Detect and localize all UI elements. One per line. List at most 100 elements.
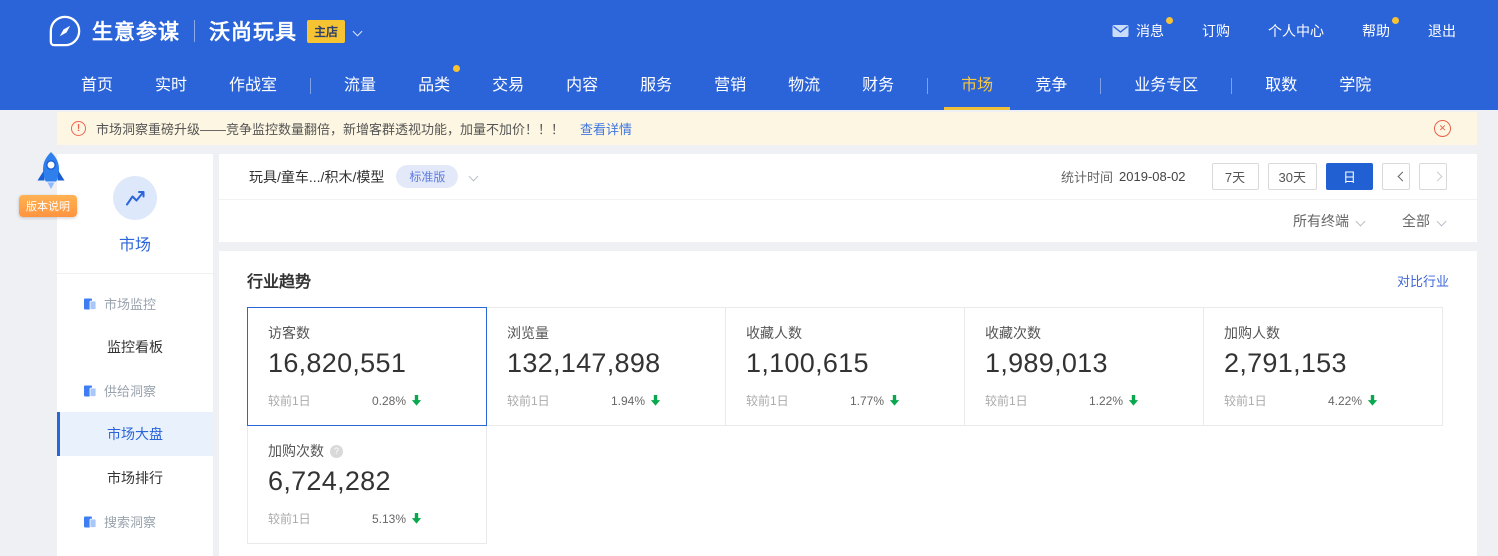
- sidebar-item-search-ranking[interactable]: 搜索排行: [57, 543, 213, 556]
- compare-label: 较前1日: [1224, 394, 1267, 408]
- notification-dot: [1392, 17, 1399, 24]
- top-menu-personal-center[interactable]: 个人中心: [1268, 21, 1324, 41]
- metric-cards: 访客数 16,820,551 较前1日 0.28% 浏览量 132,147,89…: [247, 307, 1449, 544]
- top-menu-help[interactable]: 帮助: [1362, 17, 1399, 41]
- category-chevron-down-icon[interactable]: [468, 171, 479, 182]
- metric-change: 5.13%: [372, 512, 422, 526]
- compare-label: 较前1日: [985, 394, 1028, 408]
- sidebar-group-market-monitor[interactable]: 市场监控: [57, 282, 213, 325]
- nav-category[interactable]: 品类: [418, 65, 461, 110]
- app-name: 生意参谋: [92, 21, 180, 44]
- nav-logistics[interactable]: 物流: [788, 71, 820, 110]
- change-percent: 4.22%: [1327, 393, 1362, 408]
- compare-label: 较前1日: [746, 394, 789, 408]
- nav-service[interactable]: 服务: [640, 71, 672, 110]
- info-icon[interactable]: ?: [330, 444, 343, 458]
- compare-label: 较前1日: [507, 394, 550, 408]
- terminal-filter-label: 所有终端: [1293, 213, 1349, 229]
- sidebar-group-search-insight[interactable]: 搜索洞察: [57, 500, 213, 543]
- nav-marketing[interactable]: 营销: [714, 71, 746, 110]
- metric-card-cart-users[interactable]: 加购人数 2,791,153 较前1日 4.22%: [1203, 307, 1443, 426]
- version-note-badge[interactable]: 版本说明: [19, 195, 77, 217]
- metric-card-pageviews[interactable]: 浏览量 132,147,898 较前1日 1.94%: [486, 307, 726, 426]
- metric-card-visitors[interactable]: 访客数 16,820,551 较前1日 0.28%: [247, 307, 487, 426]
- metric-change: 1.94%: [611, 394, 661, 408]
- notice-bar: ! 市场洞察重磅升级——竞争监控数量翻倍，新增客群透视功能，加量不加价！！！ 查…: [57, 112, 1477, 145]
- compare-label: 较前1日: [268, 512, 311, 526]
- arrow-down-icon: [889, 394, 900, 407]
- arrow-down-icon: [411, 394, 422, 407]
- nav-business-zone[interactable]: 业务专区: [1134, 71, 1198, 110]
- metric-card-favorite-users[interactable]: 收藏人数 1,100,615 较前1日 1.77%: [725, 307, 965, 426]
- notice-detail-link[interactable]: 查看详情: [580, 119, 632, 138]
- nav-competition[interactable]: 竞争: [1035, 71, 1067, 110]
- nav-realtime[interactable]: 实时: [155, 71, 187, 110]
- sidebar-group-supply-insight[interactable]: 供给洞察: [57, 369, 213, 412]
- nav-academy[interactable]: 学院: [1339, 71, 1371, 110]
- trend-header: 行业趋势 对比行业: [247, 268, 1449, 292]
- nav-traffic[interactable]: 流量: [344, 71, 376, 110]
- sidebar-item-market-overview[interactable]: 市场大盘: [57, 412, 213, 456]
- metric-card-cart-count[interactable]: 加购次数 ? 6,724,282 较前1日 5.13%: [247, 425, 487, 544]
- top-menu-logout[interactable]: 退出: [1428, 21, 1456, 41]
- nav-market[interactable]: 市场: [961, 71, 993, 110]
- top-menu-messages-label: 消息: [1136, 23, 1164, 39]
- change-percent: 0.28%: [371, 393, 406, 408]
- metric-foot: 较前1日 1.22%: [985, 392, 1183, 409]
- compare-label: 较前1日: [268, 394, 311, 408]
- nav-finance[interactable]: 财务: [862, 71, 894, 110]
- change-percent: 1.22%: [1088, 393, 1123, 408]
- prev-date-button[interactable]: [1382, 163, 1410, 190]
- close-icon[interactable]: ✕: [1434, 120, 1451, 137]
- change-percent: 1.94%: [610, 393, 645, 408]
- report-icon: [83, 297, 97, 311]
- nav-data-extract[interactable]: 取数: [1265, 71, 1297, 110]
- brand-divider: [194, 20, 195, 42]
- metric-foot: 较前1日 1.94%: [507, 392, 705, 409]
- range-7d-button[interactable]: 7天: [1211, 163, 1259, 190]
- sidebar-module-label: 市场: [118, 237, 151, 254]
- compare-industry-link[interactable]: 对比行业: [1397, 271, 1449, 290]
- metric-value: 132,147,898: [507, 348, 661, 378]
- metric-foot: 较前1日 5.13%: [268, 510, 466, 527]
- sidebar-module-header: 市场: [57, 154, 213, 274]
- next-date-button[interactable]: [1419, 163, 1447, 190]
- change-percent: 5.13%: [371, 511, 406, 526]
- sidebar-item-monitor-board[interactable]: 监控看板: [57, 325, 213, 369]
- nav-war-room[interactable]: 作战室: [229, 71, 277, 110]
- stat-time: 统计时间 2019-08-02: [1061, 167, 1186, 186]
- secondary-filter-row: 所有终端 全部: [219, 199, 1477, 242]
- notification-dot: [453, 65, 461, 72]
- nav-trade[interactable]: 交易: [492, 71, 524, 110]
- rocket-icon[interactable]: [32, 150, 70, 192]
- top-menu-help-label: 帮助: [1362, 23, 1390, 39]
- top-menu-order[interactable]: 订购: [1202, 21, 1230, 41]
- metric-label: 加购次数 ?: [268, 441, 466, 461]
- chevron-down-icon: [1436, 216, 1447, 226]
- metric-label: 加购人数: [1224, 325, 1280, 341]
- shop-switch-chevron-down-icon[interactable]: [352, 22, 363, 40]
- version-note-float: 版本说明: [16, 150, 80, 217]
- nav-content[interactable]: 内容: [566, 71, 598, 110]
- nav-home[interactable]: 首页: [81, 71, 113, 110]
- metric-cards-row-2: 加购次数 ? 6,724,282 较前1日 5.13%: [247, 425, 1449, 544]
- content: 玩具/童车.../积木/模型 标准版 统计时间 2019-08-02 7天 30…: [219, 154, 1477, 556]
- scope-filter-dropdown[interactable]: 全部: [1402, 211, 1447, 231]
- arrow-down-icon: [650, 394, 661, 407]
- sidebar-group-label: 搜索洞察: [104, 515, 157, 530]
- metric-change: 1.77%: [850, 394, 900, 408]
- metric-change: 0.28%: [372, 394, 422, 408]
- main-area: 市场 市场监控 监控看板 供给洞察 市场大盘 市场排行 搜索洞察 玩具/童车..…: [57, 154, 1477, 556]
- range-day-button[interactable]: 日: [1326, 163, 1373, 190]
- metric-change: 1.22%: [1089, 394, 1139, 408]
- range-30d-button[interactable]: 30天: [1267, 163, 1317, 190]
- metric-label: 浏览量: [507, 325, 549, 341]
- top-menu-messages[interactable]: 消息: [1112, 17, 1173, 41]
- industry-trend-panel: 行业趋势 对比行业 访客数 16,820,551 较前1日 0.28% 浏览量 …: [219, 251, 1477, 556]
- terminal-filter-dropdown[interactable]: 所有终端: [1293, 211, 1366, 231]
- scope-filter-label: 全部: [1402, 213, 1430, 229]
- sidebar-item-market-ranking[interactable]: 市场排行: [57, 456, 213, 500]
- category-breadcrumb[interactable]: 玩具/童车.../积木/模型: [249, 167, 384, 187]
- metric-value: 1,100,615: [746, 348, 869, 378]
- metric-card-favorite-count[interactable]: 收藏次数 1,989,013 较前1日 1.22%: [964, 307, 1204, 426]
